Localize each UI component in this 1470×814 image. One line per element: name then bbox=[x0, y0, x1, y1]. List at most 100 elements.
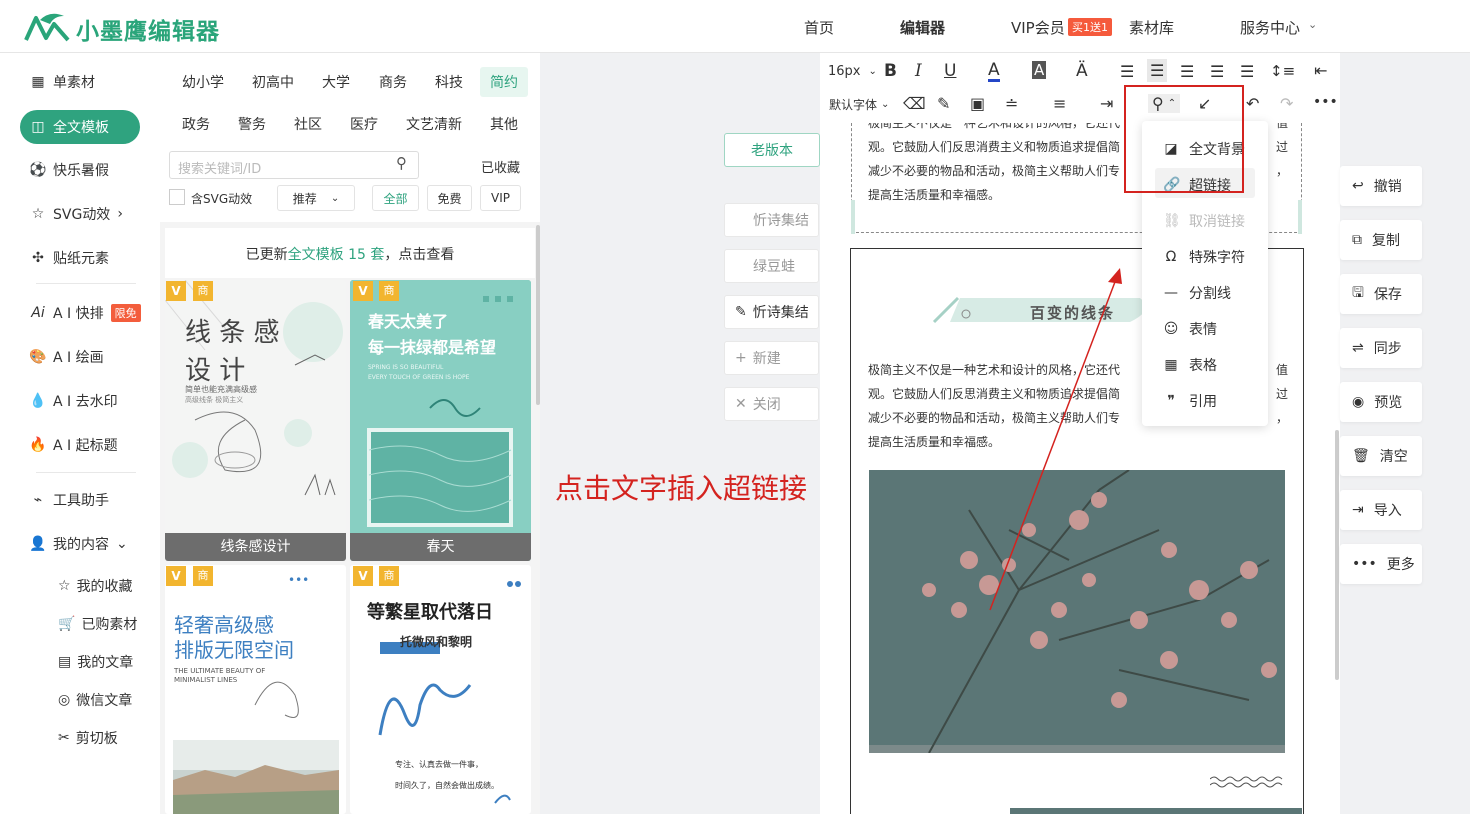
filter-free[interactable]: 免费 bbox=[427, 185, 472, 211]
eraser-icon[interactable]: ⌫ bbox=[903, 94, 926, 113]
sync-button[interactable]: ⇌ 同步 bbox=[1340, 328, 1422, 368]
save-button[interactable]: 🖫 保存 bbox=[1340, 274, 1422, 314]
format-brush-icon[interactable]: ✎ bbox=[937, 94, 950, 113]
indent-icon[interactable]: ☰ bbox=[1240, 62, 1254, 81]
redo-icon[interactable]: ↷ bbox=[1280, 94, 1293, 113]
category-tab[interactable]: 其他 bbox=[490, 114, 518, 134]
clear-button[interactable]: 🗑 清空 bbox=[1340, 436, 1422, 476]
font-color-icon[interactable]: A bbox=[988, 61, 1000, 82]
search-icon[interactable]: ⚲ bbox=[396, 154, 407, 172]
menu-item-quote[interactable]: ❞ 引用 bbox=[1163, 391, 1217, 411]
more-button[interactable]: ••• 更多 bbox=[1340, 544, 1422, 584]
line-height-icon[interactable]: ↕≡ bbox=[1270, 62, 1295, 80]
nav-svg-effects[interactable]: ☆ SVG动效 › bbox=[30, 199, 123, 229]
nav-purchased[interactable]: 🛒 已购素材 bbox=[58, 611, 137, 637]
doc-tab[interactable]: 忻诗集结 bbox=[724, 203, 819, 237]
nav-ai-paint[interactable]: 🎨 A I 绘画 bbox=[29, 342, 103, 372]
nav-ai-layout[interactable]: Ai A I 快排 限免 bbox=[30, 298, 141, 328]
menu-item-special-char[interactable]: Ω 特殊字符 bbox=[1163, 247, 1245, 267]
nav-home[interactable]: 首页 bbox=[804, 17, 834, 38]
bold-icon[interactable]: B bbox=[884, 61, 897, 81]
paragraph-spacing-icon[interactable]: ≐ bbox=[1005, 94, 1018, 113]
old-version-button[interactable]: 老版本 bbox=[724, 133, 820, 167]
nav-my-favorites[interactable]: ☆ 我的收藏 bbox=[58, 573, 133, 599]
template-card-stars[interactable]: 等繁星取代落日 托微风和黎明 专注、认真去做一件事， 时间久了，自然会做出成绩。 bbox=[350, 565, 531, 814]
collected-link[interactable]: 已收藏 bbox=[481, 157, 520, 176]
nav-vip[interactable]: VIP会员 bbox=[1011, 17, 1065, 38]
highlight-color-icon[interactable]: A bbox=[1032, 61, 1047, 79]
menu-item-emoji[interactable]: ☺ 表情 bbox=[1163, 319, 1217, 339]
nav-materials[interactable]: 素材库 bbox=[1129, 17, 1174, 38]
align-justify-icon[interactable]: ☰ bbox=[1210, 62, 1224, 81]
category-tab[interactable]: 警务 bbox=[238, 114, 266, 134]
category-tab[interactable]: 商务 bbox=[379, 72, 407, 92]
nav-summer[interactable]: ⚽ 快乐暑假 bbox=[29, 155, 109, 185]
menu-item-unlink[interactable]: ⛓ 取消链接 bbox=[1163, 211, 1245, 231]
text-effect-icon[interactable]: Ä bbox=[1076, 61, 1088, 81]
category-tab-active[interactable]: 简约 bbox=[480, 67, 528, 97]
close-doc-button[interactable]: ✕ 关闭 bbox=[724, 387, 819, 421]
ball-icon: ⚽ bbox=[29, 162, 47, 178]
nav-stickers[interactable]: ✣ 贴纸元素 bbox=[30, 243, 109, 273]
doc-tab-active[interactable]: ✎ 忻诗集结 bbox=[724, 295, 819, 329]
category-tab[interactable]: 大学 bbox=[322, 72, 350, 92]
align-center-icon[interactable]: ☰ bbox=[1147, 59, 1168, 82]
template-card-luxury[interactable]: 轻奢高级感 排版无限空间 THE ULTIMATE BEAUTY OF MINI… bbox=[165, 565, 346, 814]
nav-full-template-label[interactable]: ◫ 全文模板 bbox=[30, 112, 109, 142]
import-button[interactable]: ⇥ 导入 bbox=[1340, 490, 1422, 530]
filter-vip[interactable]: VIP bbox=[480, 185, 521, 211]
nav-my-content[interactable]: 👤 我的内容 ⌄ bbox=[29, 529, 127, 559]
sort-select[interactable]: 推荐 ⌄ bbox=[277, 185, 355, 211]
filter-all[interactable]: 全部 bbox=[372, 185, 419, 211]
more-icon[interactable]: ••• bbox=[1313, 94, 1338, 110]
template-card-lines[interactable]: 线 条 感 设 计 简单也能充满高级感 高级线条 极简主义 线条感设计 bbox=[165, 280, 346, 561]
undo-icon[interactable]: ↶ bbox=[1246, 94, 1259, 113]
exit-icon[interactable]: ⇤ bbox=[1314, 61, 1327, 80]
chevron-down-icon: ⌄ bbox=[868, 66, 877, 77]
menu-item-table[interactable]: ▦ 表格 bbox=[1163, 355, 1217, 375]
preview-button[interactable]: ◉ 预览 bbox=[1340, 382, 1422, 422]
nav-editor[interactable]: 编辑器 bbox=[900, 17, 945, 38]
menu-item-divider[interactable]: — 分割线 bbox=[1163, 283, 1231, 303]
logo-text[interactable]: 小墨鹰编辑器 bbox=[76, 12, 220, 46]
category-tab[interactable]: 初高中 bbox=[252, 72, 294, 92]
copy-button[interactable]: ⧉ 复制 bbox=[1340, 220, 1422, 260]
category-tab[interactable]: 医疗 bbox=[350, 114, 378, 134]
indent-spacing-icon[interactable]: ⇥ bbox=[1100, 94, 1113, 113]
update-link[interactable]: 全文模板 15 套 bbox=[288, 247, 385, 263]
undo-button[interactable]: ↩ 撤销 bbox=[1340, 166, 1422, 206]
nav-ai-title[interactable]: 🔥 A I 起标题 bbox=[29, 430, 117, 460]
category-tab[interactable]: 文艺清新 bbox=[406, 114, 462, 134]
template-card-spring[interactable]: 春天太美了 每一抹绿都是希望 SPRING IS SO BEAUTIFUL EV… bbox=[350, 280, 531, 561]
align-left-icon[interactable]: ☰ bbox=[1120, 62, 1134, 81]
scrollbar[interactable] bbox=[536, 225, 540, 405]
nav-clipboard[interactable]: ✂ 剪切板 bbox=[58, 725, 118, 751]
nav-ai-watermark[interactable]: 💧 A I 去水印 bbox=[29, 386, 117, 416]
nav-wechat-articles[interactable]: ◎ 微信文章 bbox=[58, 687, 132, 713]
category-tab[interactable]: 社区 bbox=[294, 114, 322, 134]
underline-icon[interactable]: U bbox=[944, 61, 956, 81]
image-icon[interactable]: ▣ bbox=[970, 94, 985, 113]
doc-tab[interactable]: 绿豆蛙 bbox=[724, 249, 819, 283]
search-input[interactable]: 搜索关键词/ID bbox=[169, 151, 419, 179]
logo-icon[interactable] bbox=[24, 10, 70, 44]
category-tab[interactable]: 幼小学 bbox=[182, 72, 224, 92]
nav-tools[interactable]: ⌁ 工具助手 bbox=[30, 485, 109, 515]
nav-single-material[interactable]: ▦ 单素材 bbox=[30, 67, 95, 97]
update-notice[interactable]: 已更新全文模板 15 套，点击查看 bbox=[165, 228, 535, 278]
font-size-select[interactable]: 16px ⌄ bbox=[828, 64, 877, 79]
font-family-select[interactable]: 默认字体 ⌄ bbox=[829, 96, 889, 113]
category-tab[interactable]: 政务 bbox=[182, 114, 210, 134]
align-right-icon[interactable]: ☰ bbox=[1180, 62, 1194, 81]
new-doc-button[interactable]: + 新建 bbox=[724, 341, 819, 375]
svg-filter-checkbox[interactable] bbox=[169, 189, 185, 205]
canvas-scrollbar[interactable] bbox=[1335, 430, 1339, 680]
star-outline-icon: ☆ bbox=[31, 206, 45, 222]
wechat-icon: ◎ bbox=[58, 692, 71, 708]
nav-my-articles[interactable]: ▤ 我的文章 bbox=[58, 649, 133, 675]
category-tab[interactable]: 科技 bbox=[435, 72, 463, 92]
card-menu-icon[interactable]: ••• bbox=[288, 573, 309, 587]
line-style-icon[interactable]: ≡ bbox=[1053, 94, 1066, 113]
nav-service[interactable]: 服务中心 bbox=[1240, 17, 1300, 38]
italic-icon[interactable]: I bbox=[915, 61, 922, 81]
